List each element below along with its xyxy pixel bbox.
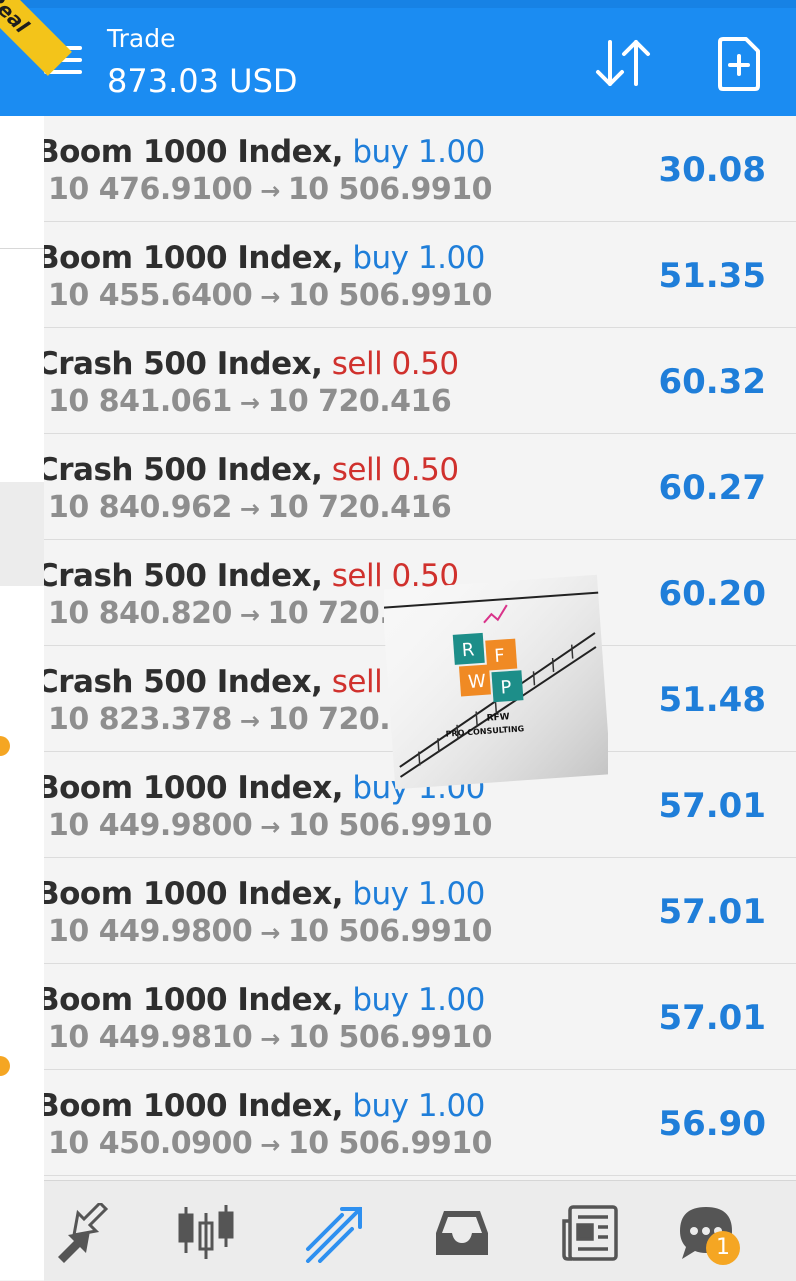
- current-price: 10 506.9910: [287, 278, 493, 313]
- app-header: Trade 873.03 USD: [0, 0, 796, 116]
- status-band: [0, 0, 796, 8]
- position-symbol: Crash 500 Index,: [44, 452, 323, 488]
- open-price: 10 449.9800: [48, 808, 253, 843]
- open-price: 10 841.061: [48, 384, 232, 419]
- position-title: Boom 1000 Index, buy 1.00: [44, 982, 485, 1018]
- position-row[interactable]: Boom 1000 Index, buy 1.00 10 476.9100 → 10 …: [44, 116, 796, 222]
- position-symbol: Crash 500 Index,: [44, 558, 323, 594]
- position-profit: 51.35: [658, 256, 766, 296]
- position-title: Boom 1000 Index, buy 1.00: [44, 134, 485, 170]
- position-side: sell 0.50: [331, 452, 459, 488]
- position-side: sell 0.50: [331, 346, 459, 382]
- current-price: 10 506.9910: [287, 1126, 493, 1161]
- position-row[interactable]: Crash 500 Index, sell 0.50 10 841.061 → 10 …: [44, 328, 796, 434]
- position-prices: 10 841.061 → 10 720.416: [48, 384, 452, 419]
- position-profit: 57.01: [658, 998, 766, 1038]
- position-prices: 10 449.9800 → 10 506.9910: [48, 808, 493, 843]
- position-symbol: Boom 1000 Index,: [44, 134, 343, 170]
- position-prices: 10 449.9810 → 10 506.9910: [48, 1020, 493, 1055]
- position-symbol: Boom 1000 Index,: [44, 1088, 343, 1124]
- arrow-icon: →: [239, 601, 260, 629]
- current-price: 10 506.9910: [287, 1020, 493, 1055]
- arrow-icon: →: [260, 1131, 280, 1159]
- position-profit: 51.48: [658, 680, 766, 720]
- open-price: 10 450.0900: [48, 1126, 253, 1161]
- open-price: 10 840.962: [48, 490, 232, 525]
- sort-icon[interactable]: [592, 38, 656, 90]
- chart-icon[interactable]: [176, 1203, 236, 1263]
- position-row[interactable]: Boom 1000 Index, buy 1.00 10 449.9800 → 10 …: [44, 858, 796, 964]
- drawer-highlight: [0, 482, 44, 586]
- chat-badge: 1: [706, 1231, 740, 1265]
- drawer-divider: [0, 248, 44, 249]
- position-symbol: Crash 500 Index,: [44, 346, 323, 382]
- page-title: Trade: [107, 24, 176, 53]
- current-price: 10 506.9910: [287, 808, 493, 843]
- current-price: 10 506.9910: [287, 914, 493, 949]
- position-prices: 10 840.962 → 10 720.416: [48, 490, 452, 525]
- position-side: buy 1.00: [352, 1088, 485, 1124]
- position-row[interactable]: Boom 1000 Index, buy 1.00 10 455.6400 → 10 …: [44, 222, 796, 328]
- open-price: 10 449.9800: [48, 914, 253, 949]
- arrow-icon: →: [260, 919, 280, 947]
- position-side: buy 1.00: [352, 240, 485, 276]
- position-profit: 57.01: [658, 892, 766, 932]
- position-profit: 57.01: [658, 786, 766, 826]
- position-symbol: Boom 1000 Index,: [44, 770, 343, 806]
- open-price: 10 449.9810: [48, 1020, 253, 1055]
- position-profit: 30.08: [658, 150, 766, 190]
- logo-letter: R: [461, 639, 475, 661]
- position-title: Crash 500 Index, sell 0.50: [44, 452, 459, 488]
- open-price: 10 823.378: [48, 702, 232, 737]
- position-profit: 60.20: [658, 574, 766, 614]
- quotes-icon[interactable]: [52, 1203, 112, 1263]
- news-icon[interactable]: [560, 1203, 620, 1263]
- arrow-icon: →: [260, 1025, 280, 1053]
- arrow-icon: →: [260, 177, 280, 205]
- trade-icon[interactable]: [302, 1203, 362, 1263]
- position-symbol: Boom 1000 Index,: [44, 982, 343, 1018]
- watermark-logo: R F W P RFW PRO CONSULTING: [384, 574, 608, 790]
- position-title: Crash 500 Index, sell 0.50: [44, 346, 459, 382]
- open-price: 10 455.6400: [48, 278, 253, 313]
- position-profit: 60.32: [658, 362, 766, 402]
- position-symbol: Boom 1000 Index,: [44, 876, 343, 912]
- position-title: Boom 1000 Index, buy 1.00: [44, 1088, 485, 1124]
- position-prices: 10 450.0900 → 10 506.9910: [48, 1126, 493, 1161]
- arrow-icon: →: [239, 495, 260, 523]
- position-row[interactable]: Crash 500 Index, sell 0.50 10 840.962 → 10 …: [44, 434, 796, 540]
- position-side: buy 1.00: [352, 982, 485, 1018]
- logo-letter: P: [500, 677, 512, 699]
- left-drawer-edge: [0, 0, 44, 1280]
- position-prices: 10 449.9800 → 10 506.9910: [48, 914, 493, 949]
- position-row[interactable]: Boom 1000 Index, buy 1.00 10 450.0900 → 10 …: [44, 1070, 796, 1176]
- position-profit: 60.27: [658, 468, 766, 508]
- position-title: Boom 1000 Index, buy 1.00: [44, 240, 485, 276]
- current-price: 10 720.416: [267, 490, 452, 525]
- current-price: 10 720.416: [267, 384, 452, 419]
- position-prices: 10 476.9100 → 10 506.9910: [48, 172, 493, 207]
- position-profit: 56.90: [658, 1104, 766, 1144]
- logo-letter: W: [467, 671, 486, 693]
- arrow-icon: →: [239, 707, 260, 735]
- account-balance: 873.03 USD: [107, 62, 298, 100]
- bottom-navigation: 1: [44, 1180, 796, 1281]
- position-row[interactable]: Boom 1000 Index, buy 1.00 10 449.9810 → 10 …: [44, 964, 796, 1070]
- open-price: 10 840.820: [48, 596, 232, 631]
- position-side: buy 1.00: [352, 134, 485, 170]
- position-side: buy 1.00: [352, 876, 485, 912]
- position-title: Boom 1000 Index, buy 1.00: [44, 876, 485, 912]
- position-prices: 10 455.6400 → 10 506.9910: [48, 278, 493, 313]
- position-symbol: Boom 1000 Index,: [44, 240, 343, 276]
- current-price: 10 506.9910: [287, 172, 493, 207]
- open-price: 10 476.9100: [48, 172, 253, 207]
- history-icon[interactable]: [432, 1203, 492, 1263]
- position-symbol: Crash 500 Index,: [44, 664, 323, 700]
- arrow-icon: →: [239, 389, 260, 417]
- logo-letter: F: [494, 645, 506, 667]
- arrow-icon: →: [260, 813, 280, 841]
- logo-text-line1: RFW: [486, 712, 510, 724]
- new-order-icon[interactable]: [716, 36, 762, 92]
- arrow-icon: →: [260, 283, 280, 311]
